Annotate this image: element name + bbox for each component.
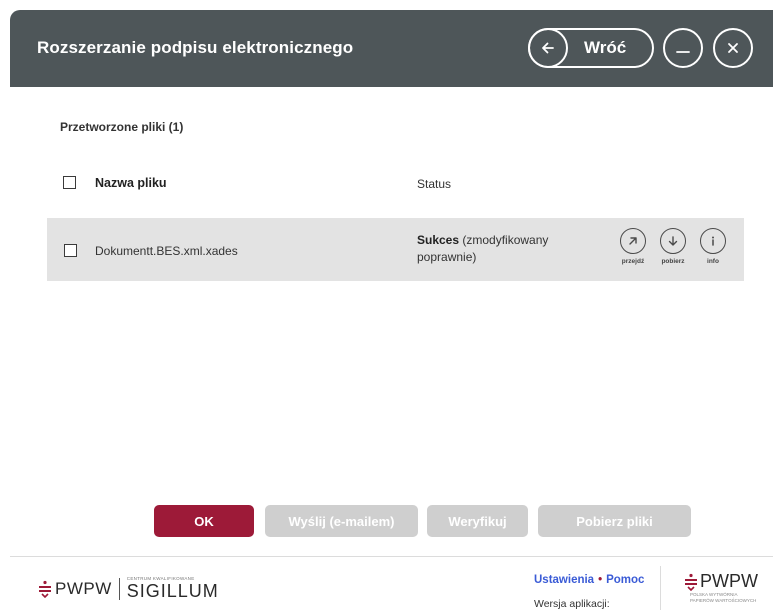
pwpw-sigillum-logo: PWPW CENTRUM KWALIFIKOWANE SIGILLUM <box>38 576 219 602</box>
verify-button[interactable]: Weryfikuj <box>427 505 528 537</box>
settings-link[interactable]: Ustawienia <box>534 574 594 586</box>
app-version-label: Wersja aplikacji: <box>534 598 610 610</box>
table-row: Dokumentt.BES.xml.xades Sukces (zmodyfik… <box>47 218 744 281</box>
download-file-label: pobierz <box>661 258 685 265</box>
go-to-file-label: przejdź <box>621 258 645 265</box>
row-checkbox[interactable] <box>64 244 77 257</box>
back-button[interactable]: Wróć <box>528 28 654 68</box>
sigillum-text: SIGILLUM <box>126 581 219 601</box>
close-button[interactable] <box>713 28 753 68</box>
column-header-status: Status <box>417 177 452 191</box>
status-strong: Sukces <box>417 233 460 247</box>
footer-links: Ustawienia • Pomoc <box>534 574 644 586</box>
logo-separator <box>118 578 120 600</box>
arrow-left-icon <box>528 28 568 68</box>
ok-button[interactable]: OK <box>154 505 254 537</box>
go-to-file-button[interactable]: przejdź <box>613 228 653 265</box>
info-button[interactable]: info <box>693 228 733 265</box>
footer-divider <box>10 556 773 557</box>
pwpw-logo-right-text: PWPW <box>700 571 758 591</box>
download-file-button[interactable]: pobierz <box>653 228 693 265</box>
minimize-icon <box>676 51 690 53</box>
pwpw-emblem-icon <box>39 580 51 598</box>
arrow-down-icon <box>660 228 686 254</box>
file-name: Dokumentt.BES.xml.xades <box>95 244 238 258</box>
pwpw-subtitle-2: PAPIERÓW WARTOŚCIOWYCH <box>690 598 757 603</box>
send-email-button[interactable]: Wyślij (e-mailem) <box>265 505 418 537</box>
select-all-checkbox[interactable] <box>63 176 76 189</box>
pwpw-logo-text: PWPW <box>55 579 112 598</box>
link-separator: • <box>598 574 603 586</box>
help-link[interactable]: Pomoc <box>606 574 644 586</box>
pwpw-logo-right: PWPW POLSKA WYTWÓRNIA PAPIERÓW WARTOŚCIO… <box>684 571 764 604</box>
table-header: Nazwa pliku Status <box>63 175 763 191</box>
file-status: Sukces (zmodyfikowany poprawnie) <box>417 232 597 266</box>
processed-files-label: Przetworzone pliki (1) <box>60 120 184 134</box>
window-titlebar: Rozszerzanie podpisu elektronicznego Wró… <box>10 10 773 87</box>
back-button-label: Wróć <box>584 38 627 57</box>
window-title: Rozszerzanie podpisu elektronicznego <box>37 38 354 57</box>
download-files-button[interactable]: Pobierz pliki <box>538 505 691 537</box>
column-header-name: Nazwa pliku <box>95 176 167 190</box>
footer-vertical-divider <box>660 566 661 610</box>
info-label: info <box>707 258 719 265</box>
arrow-up-right-icon <box>620 228 646 254</box>
sigillum-logo: CENTRUM KWALIFIKOWANE SIGILLUM <box>127 576 219 602</box>
info-icon <box>700 228 726 254</box>
close-icon <box>728 43 738 53</box>
minimize-button[interactable] <box>663 28 703 68</box>
pwpw-emblem-icon <box>685 573 697 591</box>
